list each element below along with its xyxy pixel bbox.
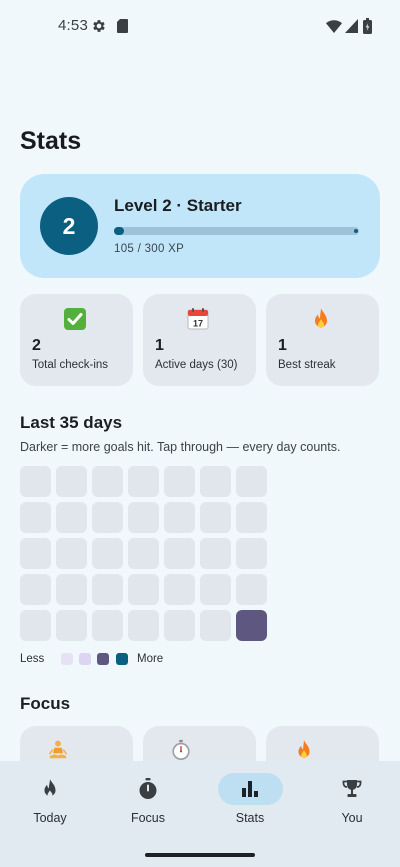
heatmap-day-cell[interactable]	[20, 610, 51, 641]
heatmap-day-cell[interactable]	[56, 502, 87, 533]
heatmap-day-cell[interactable]	[200, 466, 231, 497]
calendar-icon: 17	[187, 308, 209, 330]
status-bar: 4:53	[0, 0, 400, 52]
heatmap-day-cell[interactable]	[236, 574, 267, 605]
stat-card-active-days: 17 1 Active days (30)	[143, 294, 256, 386]
heatmap-day-cell[interactable]	[92, 502, 123, 533]
legend-swatch-1	[61, 653, 73, 665]
nav-item-stats[interactable]: Stats	[200, 761, 300, 841]
stat-card-total-check-ins: 2 Total check-ins	[20, 294, 133, 386]
page-title: Stats	[20, 127, 82, 155]
heatmap-day-cell[interactable]	[164, 574, 195, 605]
heatmap-day-cell[interactable]	[164, 538, 195, 569]
heatmap-day-cell[interactable]	[56, 538, 87, 569]
xp-progress-end-dot	[354, 229, 358, 233]
heatmap-day-cell[interactable]	[128, 502, 159, 533]
status-time: 4:53	[58, 17, 88, 34]
gear-icon	[93, 20, 105, 32]
stat-card-best-streak: 1 Best streak	[266, 294, 379, 386]
heatmap-day-cell[interactable]	[128, 610, 159, 641]
trophy-icon	[342, 780, 362, 797]
heatmap-grid	[20, 466, 268, 642]
heatmap-day-cell[interactable]	[164, 466, 195, 497]
xp-progress-bar	[114, 227, 359, 235]
check-mark-icon	[64, 308, 86, 330]
heatmap-day-cell[interactable]	[236, 610, 267, 641]
heatmap-day-cell[interactable]	[128, 466, 159, 497]
heatmap-day-cell[interactable]	[92, 538, 123, 569]
cell-signal-icon	[345, 19, 358, 33]
sd-card-icon	[117, 19, 128, 33]
fire-icon	[298, 739, 310, 759]
heatmap-day-cell[interactable]	[20, 574, 51, 605]
heatmap-day-cell[interactable]	[200, 610, 231, 641]
stat-value: 2	[32, 337, 41, 354]
nav-item-focus[interactable]: Focus	[98, 761, 198, 841]
nav-label: Focus	[130, 811, 166, 825]
legend-less-label: Less	[20, 653, 45, 665]
xp-progress-fill	[114, 227, 124, 235]
heatmap-day-cell[interactable]	[92, 574, 123, 605]
heatmap-day-cell[interactable]	[56, 574, 87, 605]
stat-label: Active days (30)	[155, 359, 238, 371]
xp-text: 105 / 300 XP	[114, 243, 185, 255]
nav-label: Today	[33, 811, 67, 825]
focus-title: Focus	[20, 694, 71, 713]
legend-swatch-3	[97, 653, 109, 665]
nav-item-you[interactable]: You	[302, 761, 400, 841]
heatmap-day-cell[interactable]	[20, 502, 51, 533]
heatmap-day-cell[interactable]	[56, 610, 87, 641]
fire-icon	[315, 308, 327, 328]
heatmap-day-cell[interactable]	[128, 538, 159, 569]
nav-label: You	[341, 811, 363, 825]
bottom-nav: Today Focus Stats You	[0, 761, 400, 867]
stopwatch-icon	[172, 739, 190, 760]
heatmap-day-cell[interactable]	[128, 574, 159, 605]
heatmap-day-cell[interactable]	[200, 538, 231, 569]
heatmap-day-cell[interactable]	[236, 466, 267, 497]
legend-more-label: More	[137, 653, 164, 665]
heatmap-day-cell[interactable]	[92, 466, 123, 497]
heatmap-day-cell[interactable]	[164, 610, 195, 641]
heatmap-subtitle: Darker = more goals hit. Tap through — e…	[20, 440, 341, 454]
flame-icon	[44, 779, 56, 798]
stat-value: 1	[155, 337, 164, 354]
level-card: 2 Level 2 · Starter 105 / 300 XP	[20, 174, 380, 278]
timer-icon	[139, 778, 157, 799]
heatmap-day-cell[interactable]	[56, 466, 87, 497]
heatmap-day-cell[interactable]	[20, 466, 51, 497]
heatmap-day-cell[interactable]	[236, 502, 267, 533]
meditation-icon	[49, 740, 67, 759]
level-badge: 2	[40, 197, 98, 255]
stat-label: Best streak	[278, 359, 336, 371]
heatmap-day-cell[interactable]	[200, 574, 231, 605]
battery-icon	[363, 18, 372, 34]
bar-chart-icon	[242, 781, 258, 797]
heatmap-day-cell[interactable]	[20, 538, 51, 569]
nav-item-today[interactable]: Today	[0, 761, 100, 841]
stat-label: Total check-ins	[32, 359, 109, 371]
wifi-icon	[326, 20, 342, 33]
heatmap-day-cell[interactable]	[164, 502, 195, 533]
level-title: Level 2 · Starter	[114, 196, 242, 215]
heatmap-day-cell[interactable]	[92, 610, 123, 641]
stat-value: 1	[278, 337, 287, 354]
legend-swatch-2	[79, 653, 91, 665]
home-indicator[interactable]	[145, 853, 255, 857]
nav-label: Stats	[235, 811, 265, 825]
heatmap-day-cell[interactable]	[236, 538, 267, 569]
svg-text:17: 17	[193, 319, 203, 329]
heatmap-day-cell[interactable]	[200, 502, 231, 533]
legend-swatch-4	[116, 653, 128, 665]
heatmap-title: Last 35 days	[20, 413, 123, 432]
